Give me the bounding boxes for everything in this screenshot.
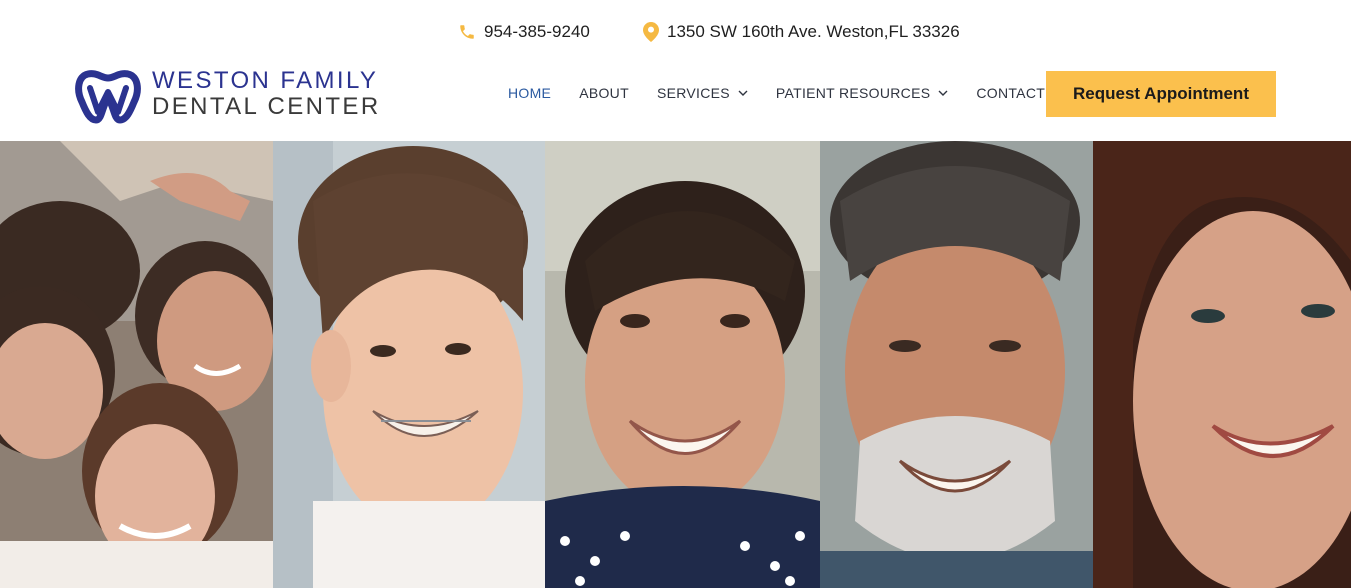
hero-photo-strip (0, 141, 1351, 588)
site-header: WESTON FAMILY DENTAL CENTER HOME ABOUT S… (0, 56, 1351, 141)
site-logo[interactable]: WESTON FAMILY DENTAL CENTER (74, 62, 414, 126)
nav-services[interactable]: SERVICES (657, 85, 748, 101)
nav-contact-label: CONTACT (976, 85, 1046, 101)
older-man-photo (820, 141, 1093, 588)
nav-contact[interactable]: CONTACT (976, 85, 1045, 101)
young-woman-photo (545, 141, 820, 588)
woman-smiling-photo (1093, 141, 1351, 588)
phone-link[interactable]: 954-385-9240 (458, 22, 590, 42)
phone-number[interactable]: 954-385-9240 (484, 22, 590, 42)
top-contact-bar: 954-385-9240 1350 SW 160th Ave. Weston,F… (0, 0, 1351, 56)
address-text[interactable]: 1350 SW 160th Ave. Weston,FL 33326 (667, 22, 960, 42)
nav-home-label: HOME (508, 85, 552, 101)
nav-patient-resources-label: PATIENT RESOURCES (775, 85, 931, 101)
map-pin-icon (643, 22, 659, 42)
teen-with-braces-photo (273, 141, 545, 588)
family-photo (0, 141, 273, 588)
nav-services-label: SERVICES (656, 85, 730, 101)
logo-line-1: WESTON FAMILY (152, 67, 379, 94)
tooth-logo-icon (75, 70, 141, 124)
address-link[interactable]: 1350 SW 160th Ave. Weston,FL 33326 (643, 22, 960, 42)
request-appointment-button[interactable]: Request Appointment (1046, 71, 1276, 117)
nav-about[interactable]: ABOUT (579, 85, 629, 101)
logo-wordmark: WESTON FAMILY DENTAL CENTER (152, 69, 381, 119)
chevron-down-icon (938, 90, 948, 96)
main-nav: HOME ABOUT SERVICES PATIENT RESOURCES CO… (508, 85, 1073, 101)
logo-line-2: DENTAL CENTER (152, 93, 381, 120)
nav-about-label: ABOUT (579, 85, 629, 101)
chevron-down-icon (738, 90, 748, 96)
phone-icon (460, 25, 474, 39)
request-appointment-label: Request Appointment (1073, 84, 1249, 103)
nav-patient-resources[interactable]: PATIENT RESOURCES (776, 85, 948, 101)
nav-home[interactable]: HOME (508, 85, 551, 101)
